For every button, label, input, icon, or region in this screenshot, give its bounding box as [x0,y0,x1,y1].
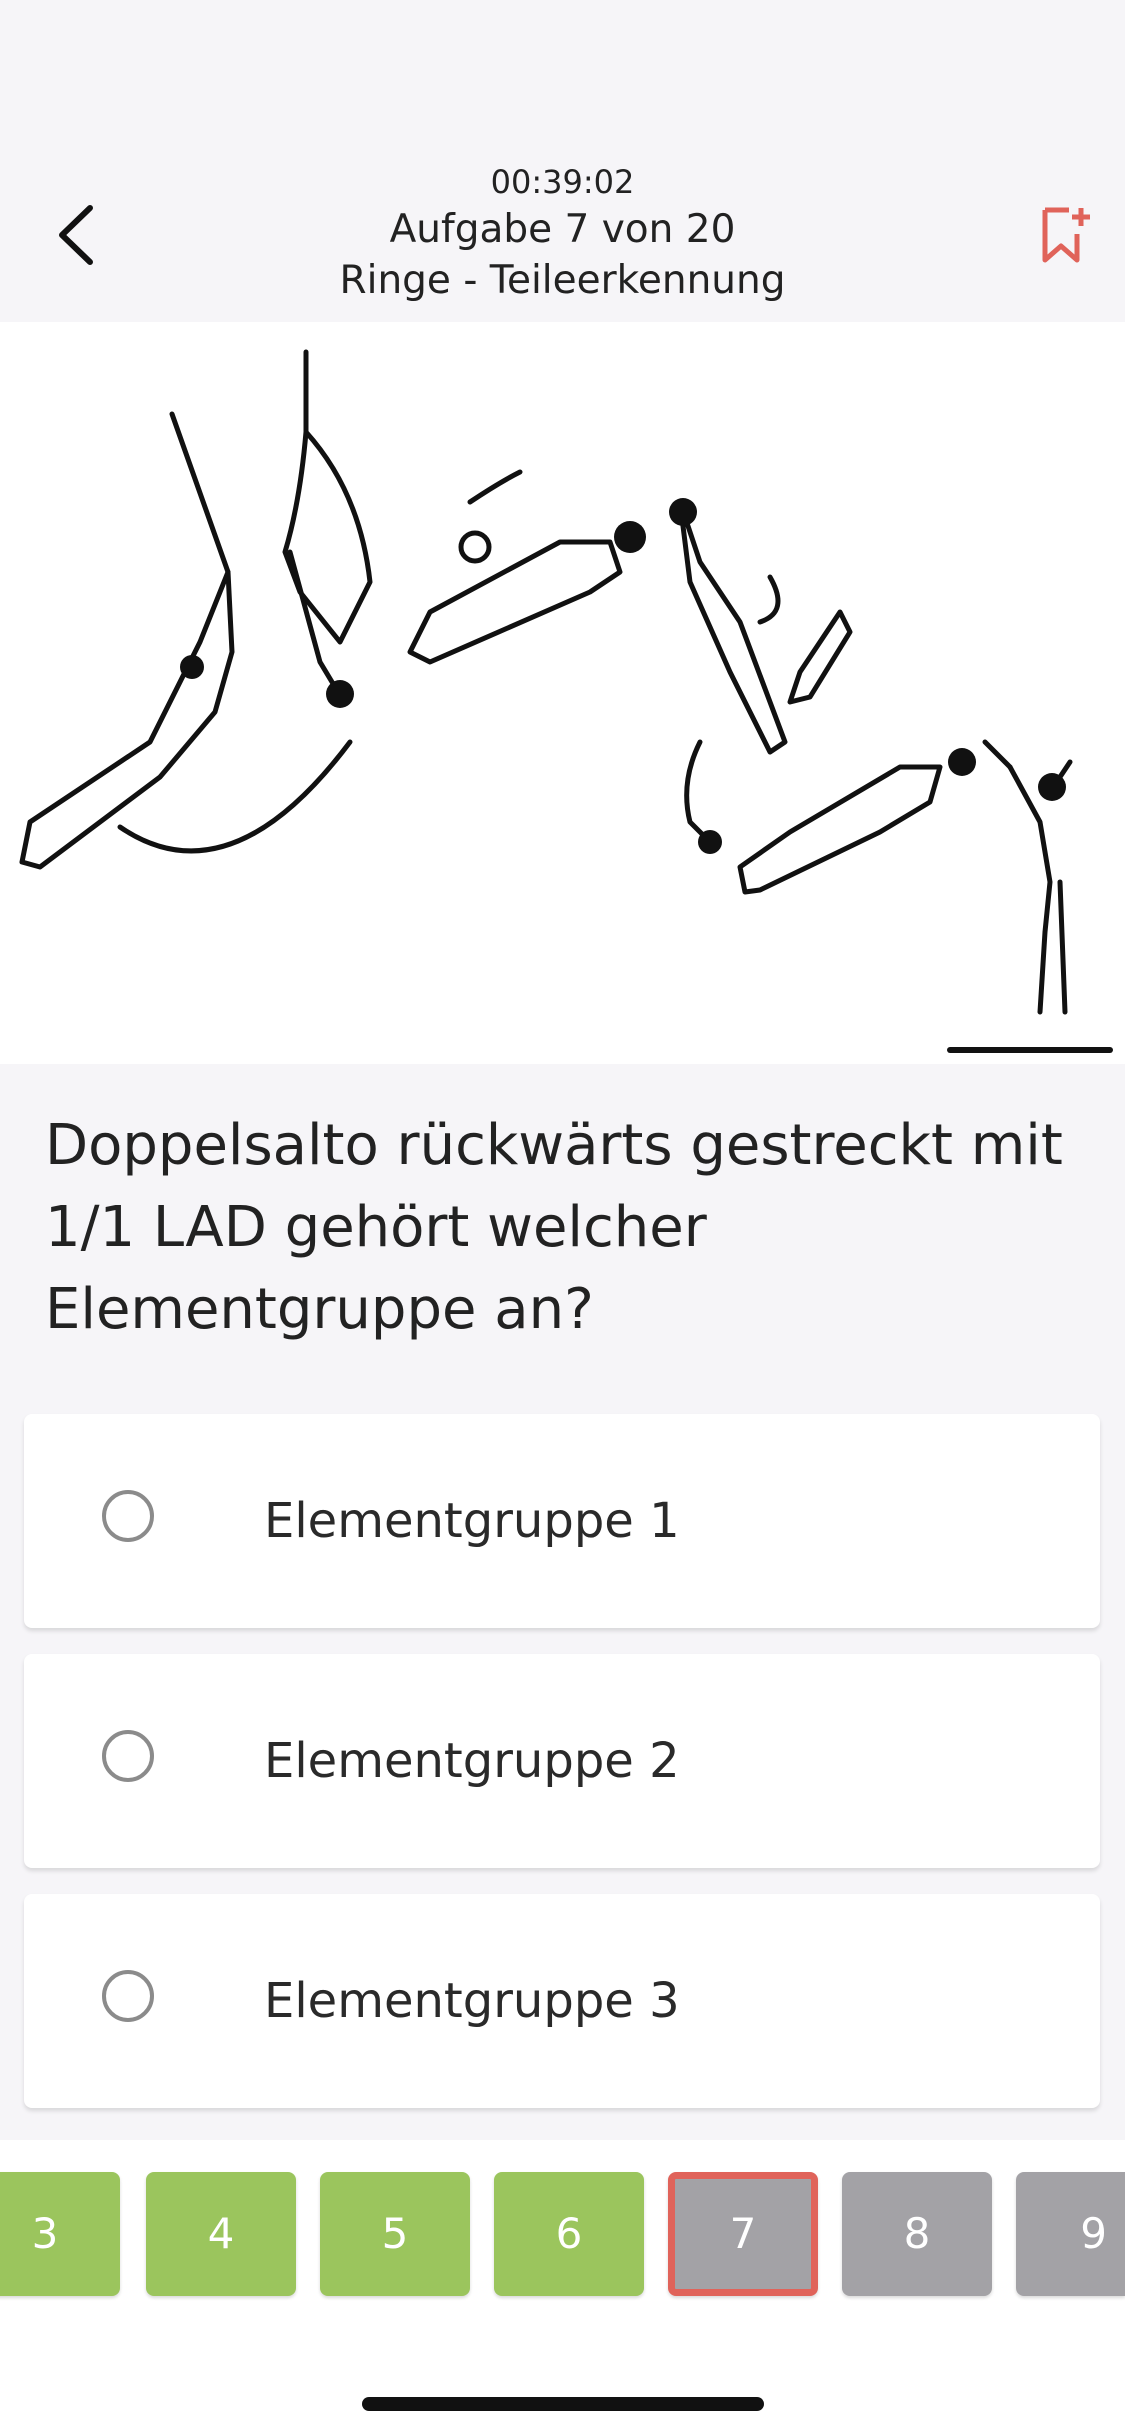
bookmark-add-icon [1042,207,1090,263]
page-button-7-current[interactable]: 7 [668,2172,818,2296]
gymnastics-illustration [0,322,1125,1064]
rings-sequence-drawing [19,349,1113,1053]
page-title: Aufgabe 7 von 20 [389,207,736,252]
timer: 00:39:02 [490,163,635,201]
question-text: Doppelsalto rückwärts gestreckt mit 1/1 … [45,1113,1063,1342]
page-button-4[interactable]: 4 [146,2172,296,2296]
page-button-3[interactable]: 3 [0,2172,120,2296]
radio-button[interactable] [102,1970,154,2022]
answer-option-label: Elementgruppe 3 [264,1973,680,2029]
home-indicator [362,2397,764,2411]
header-titles: 00:39:02 Aufgabe 7 von 20 Ringe - Teilee… [200,160,925,306]
page-subtitle: Ringe - Teileerkennung [339,258,786,303]
answer-option-2[interactable]: Elementgruppe 2 [24,1654,1100,1868]
page-button-5[interactable]: 5 [320,2172,470,2296]
radio-button[interactable] [102,1730,154,1782]
page-button-6[interactable]: 6 [494,2172,644,2296]
page-button-9[interactable]: 9 [1016,2172,1125,2296]
back-button[interactable] [40,195,110,275]
answer-option-1[interactable]: Elementgruppe 1 [24,1414,1100,1628]
bookmark-button[interactable] [1030,195,1100,275]
radio-button[interactable] [102,1490,154,1542]
chevron-left-icon [59,205,93,265]
answer-option-label: Elementgruppe 1 [264,1493,680,1549]
answer-option-label: Elementgruppe 2 [264,1733,680,1789]
page-button-8[interactable]: 8 [842,2172,992,2296]
header-bar: 00:39:02 Aufgabe 7 von 20 Ringe - Teilee… [0,0,1125,320]
answer-option-3[interactable]: Elementgruppe 3 [24,1894,1100,2108]
